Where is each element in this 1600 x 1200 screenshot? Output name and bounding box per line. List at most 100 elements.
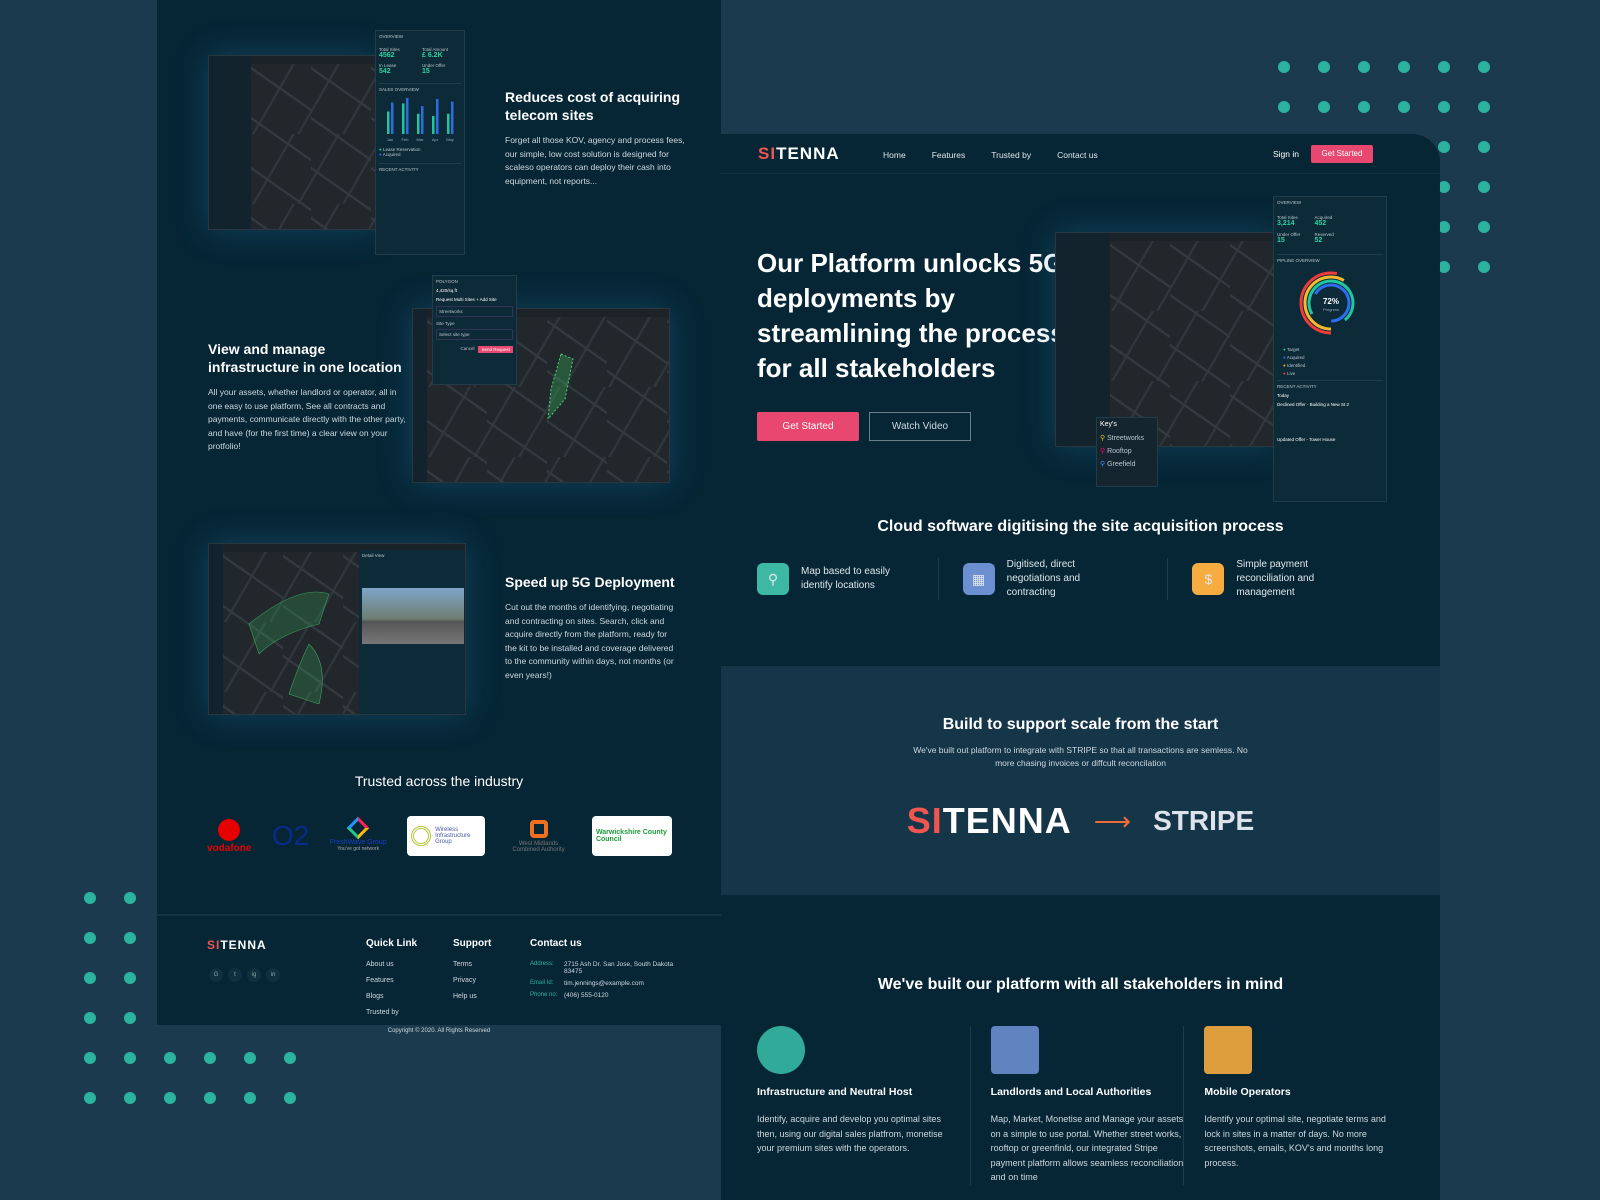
legend-item: ● Live	[1283, 371, 1296, 376]
stakeholder-list: Infrastructure and Neutral Host Identify,…	[757, 1026, 1397, 1185]
decorative-dot	[124, 892, 136, 904]
nav-get-started-button[interactable]: Get Started	[1311, 144, 1373, 163]
social-icon[interactable]: in	[266, 968, 280, 982]
stat: Under Offer 15	[422, 63, 446, 75]
footer-link[interactable]: Terms	[453, 961, 491, 968]
decorative-dot	[1318, 101, 1330, 113]
mobile-browser-icon	[1204, 1026, 1253, 1074]
map-pin-icon: ⚲	[757, 563, 789, 595]
partner-logos: vodafone O2 FreshWave Group You've got ne…	[207, 812, 672, 860]
nav-home[interactable]: Home	[883, 150, 906, 160]
decorative-dot	[124, 1092, 136, 1104]
decorative-dot	[1478, 101, 1490, 113]
logo: SITENNA	[758, 143, 840, 163]
footer-logo: SITENNA	[207, 938, 267, 952]
stakeholder-card: Infrastructure and Neutral Host Identify,…	[757, 1026, 970, 1185]
overview-panel: OVERVIEW Total Sites 4562 Total Amount £ 6.…	[375, 30, 465, 255]
stat: Total Sites 3,214	[1277, 215, 1298, 227]
scale-section: Build to support scale from the start We…	[721, 666, 1440, 895]
sign-in-link[interactable]: Sign in	[1273, 149, 1299, 159]
social-icon[interactable]: G	[209, 968, 223, 982]
stat: Reserved 52	[1314, 232, 1334, 244]
decorative-dot	[1278, 101, 1290, 113]
decorative-dot	[164, 1092, 176, 1104]
contact-item: Address: 2715 Ash Dr. San Jose, South Dak…	[530, 961, 674, 975]
footer-link[interactable]: Help us	[453, 993, 491, 1000]
hero-title: Our Platform unlocks 5G deployments by s…	[757, 248, 1072, 383]
decorative-dot	[84, 1052, 96, 1064]
o2-logo: O2	[271, 820, 310, 851]
decorative-dot	[1478, 181, 1490, 193]
section-reduce-cost: Reduces cost of acquiring telecom sites …	[505, 89, 685, 186]
decorative-dot	[84, 892, 96, 904]
left-page-panel: OVERVIEW Total Sites 4562 Total Amount £ 6.…	[157, 0, 721, 1025]
footer-link[interactable]: Features	[366, 977, 417, 984]
bar	[406, 98, 409, 134]
decorative-dot	[124, 972, 136, 984]
freshwave-logo: FreshWave Group You've got network	[330, 816, 387, 852]
dashboard-mockup	[208, 55, 378, 230]
hero-dashboard-mockup	[1055, 232, 1277, 447]
decorative-dot	[1398, 101, 1410, 113]
bar	[432, 116, 435, 134]
nav-features[interactable]: Features	[932, 150, 966, 160]
watch-video-button[interactable]: Watch Video	[869, 412, 971, 441]
feature-item: $ Simple payment reconciliation and manag…	[1167, 558, 1397, 600]
decorative-dot	[1318, 61, 1330, 73]
top-nav: SITENNA Home Features Trusted by Contact us…	[721, 134, 1440, 174]
decorative-dot	[1398, 61, 1410, 73]
decorative-dot	[124, 1012, 136, 1024]
footer-link[interactable]: About us	[366, 961, 417, 968]
decorative-dot	[1478, 61, 1490, 73]
footer-link[interactable]: Privacy	[453, 977, 491, 984]
x-tick-label: Apr	[432, 137, 439, 142]
hero-get-started-button[interactable]: Get Started	[757, 412, 859, 441]
polygon-request-panel: POLYGON 4,420/sq.ft Request Multi Sites …	[432, 275, 517, 385]
nav-trusted-by[interactable]: Trusted by	[991, 150, 1031, 160]
footer-link[interactable]: Trusted by	[366, 1009, 417, 1016]
legend-item: ● Acquired	[1283, 355, 1305, 360]
x-tick-label: Feb	[402, 137, 410, 142]
hero-overview-panel: OVERVIEW Total Sites 3,214 Acquired 452 Unde…	[1273, 196, 1387, 502]
gear-network-icon	[757, 1026, 805, 1074]
west-midlands-logo: West Midlands Combined Authority	[506, 819, 572, 853]
decorative-dot	[84, 1012, 96, 1024]
detail-view-mockup: Detail View	[208, 543, 466, 715]
grid-nodes-icon: ▦	[962, 563, 995, 595]
decorative-dot	[1278, 61, 1290, 73]
legend-item: ● Target	[1283, 347, 1300, 352]
social-icon[interactable]: ig	[247, 968, 261, 982]
payment-hand-icon: $	[1192, 563, 1225, 595]
decorative-dot	[84, 1092, 96, 1104]
footer-link[interactable]: Blogs	[366, 993, 417, 1000]
feature-item: ⚲ Map based to easily identify locations	[757, 558, 938, 600]
section-speed-up: Speed up 5G Deployment Cut out the month…	[505, 574, 675, 680]
stat: Total Sites 4562	[379, 47, 400, 59]
stakeholder-card: Landlords and Local Authorities Map, Mark…	[969, 1026, 1184, 1185]
stakeholders-title: We've built our platform with all stakeh…	[877, 976, 1284, 993]
social-icon[interactable]: t	[228, 968, 242, 982]
cancel-button[interactable]: Cancel	[460, 346, 474, 353]
map-keys-panel: Key's ⚲ Streetworks ⚲ Rooftop ⚲ Greefiel…	[1096, 417, 1158, 487]
x-tick-label: May	[446, 137, 454, 142]
stat: Total Amount £ 6.2K	[422, 47, 449, 59]
decorative-dot	[244, 1052, 256, 1064]
decorative-dot	[1478, 141, 1490, 153]
bar	[387, 111, 390, 134]
copyright: Copyright © 2020. All Rights Reserved	[387, 1028, 491, 1034]
decorative-dot	[1478, 261, 1490, 273]
warwickshire-logo: Warwickshire County Council	[591, 816, 672, 856]
bar	[402, 103, 405, 134]
x-tick-label: Jan	[387, 137, 393, 142]
send-request-button[interactable]: Send Request	[478, 346, 513, 353]
progress-value: 72%	[1323, 297, 1339, 306]
section-view-manage: View and manage infrastructure in one lo…	[208, 341, 406, 451]
bar	[391, 102, 394, 134]
arrow-right-icon: ⟶	[1093, 805, 1132, 836]
stat: Acquired 452	[1314, 215, 1333, 227]
decorative-dot	[204, 1052, 216, 1064]
decorative-dot	[284, 1052, 296, 1064]
stat: In Lease 542	[379, 63, 397, 75]
nav-contact-us[interactable]: Contact us	[1057, 150, 1098, 160]
bar	[447, 113, 450, 134]
